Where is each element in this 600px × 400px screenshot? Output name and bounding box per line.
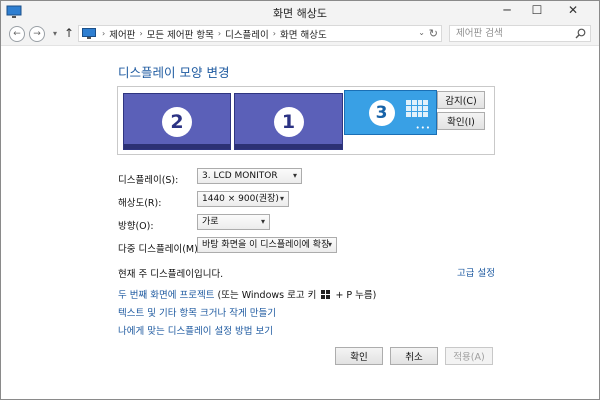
recent-locations-chevron-icon[interactable]: ▾	[53, 29, 57, 38]
chevron-down-icon: ▾	[260, 217, 265, 226]
orientation-select[interactable]: 가로 ▾	[197, 214, 270, 230]
title-bar[interactable]: 화면 해상도 ─ ☐ ✕	[1, 1, 599, 24]
text-size-link[interactable]: 텍스트 및 기타 항목 크거나 작게 만들기	[118, 305, 276, 319]
breadcrumb-all-items[interactable]: 모든 제어판 항목	[147, 27, 214, 41]
main-display-text: 현재 주 디스플레이입니다.	[118, 269, 224, 280]
back-button[interactable]: ←	[9, 26, 25, 42]
address-bar[interactable]: › 제어판 › 모든 제어판 항목 › 디스플레이 › 화면 해상도 ⌄ ↻	[78, 25, 442, 42]
identify-button[interactable]: 확인(I)	[437, 112, 485, 130]
display-label: 디스플레이(S):	[118, 175, 179, 186]
search-icon[interactable]	[575, 28, 586, 39]
start-tiles-icon	[406, 100, 428, 117]
breadcrumb-separator: ›	[139, 29, 143, 38]
breadcrumb-screen-resolution[interactable]: 화면 해상도	[280, 27, 327, 41]
breadcrumb-separator: ›	[272, 29, 276, 38]
maximize-button[interactable]: ☐	[523, 1, 551, 19]
chevron-down-icon: ▾	[292, 171, 297, 180]
monitor-taskbar	[124, 144, 230, 149]
apply-button[interactable]: 적용(A)	[445, 347, 493, 365]
ok-button[interactable]: 확인	[335, 347, 383, 365]
monitor-taskbar	[235, 144, 342, 149]
orientation-label: 방향(O):	[118, 221, 154, 232]
close-button[interactable]: ✕	[553, 1, 593, 19]
project-line: 두 번째 화면에 프로젝트 (또는 Windows 로고 키 + P 누름)	[118, 287, 376, 301]
screen-resolution-window: 화면 해상도 ─ ☐ ✕ ← → ▾ ↑ › 제어판 › 모든 제어판 항목 ›…	[0, 0, 600, 400]
breadcrumb-control-panel[interactable]: 제어판	[109, 27, 135, 41]
control-panel-icon	[82, 28, 96, 39]
forward-button[interactable]: →	[29, 26, 45, 42]
window-controls: ─ ☐ ✕	[493, 1, 593, 23]
monitor-number-badge: 1	[273, 106, 304, 137]
address-dropdown-icon[interactable]: ⌄	[418, 28, 425, 37]
monitor-2[interactable]: 2	[123, 93, 231, 150]
advanced-settings-link[interactable]: 고급 설정	[457, 265, 495, 279]
project-shortcut-hint: (또는 Windows 로고 키	[217, 290, 317, 301]
multiple-displays-select-value: 바탕 화면을 이 디스플레이에 확장	[202, 240, 330, 250]
resolution-select[interactable]: 1440 × 900(권장) ▾	[197, 191, 289, 207]
page-title: 디스플레이 모양 변경	[118, 65, 230, 80]
project-shortcut-hint-end: + P 누름)	[335, 290, 377, 301]
navigation-bar: ← → ▾ ↑ › 제어판 › 모든 제어판 항목 › 디스플레이 › 화면 해…	[1, 23, 599, 46]
display-select-value: 3. LCD MONITOR	[202, 171, 278, 181]
monitor-number-badge: 3	[368, 99, 395, 126]
search-input[interactable]: 제어판 검색	[449, 25, 591, 42]
resolution-label: 해상도(R):	[118, 198, 162, 209]
up-button[interactable]: ↑	[64, 26, 74, 40]
monitor-number-badge: 2	[162, 106, 192, 137]
search-placeholder: 제어판 검색	[456, 28, 503, 39]
chevron-down-icon: ▾	[279, 194, 284, 203]
multiple-displays-label: 다중 디스플레이(M):	[118, 244, 202, 255]
minimize-button[interactable]: ─	[493, 1, 521, 19]
monitor-3-selected[interactable]: 3 •••	[344, 90, 437, 135]
monitor-1[interactable]: 1	[234, 93, 343, 150]
orientation-select-value: 가로	[202, 217, 219, 227]
display-select[interactable]: 3. LCD MONITOR ▾	[197, 168, 302, 184]
resolution-select-value: 1440 × 900(권장)	[202, 194, 279, 204]
monitor-dots: •••	[415, 124, 431, 132]
windows-logo-icon	[321, 290, 331, 299]
breadcrumb-separator: ›	[217, 29, 222, 38]
display-settings-help-link[interactable]: 나에게 맞는 디스플레이 설정 방법 보기	[118, 323, 273, 337]
multiple-displays-select[interactable]: 바탕 화면을 이 디스플레이에 확장 ▾	[197, 237, 337, 253]
chevron-down-icon: ▾	[327, 240, 332, 249]
main-content: 디스플레이 모양 변경 2 1 3 ••• 감지(C) 확인(I) 디스플레이(…	[1, 46, 599, 399]
breadcrumb-separator: ›	[102, 29, 106, 38]
breadcrumb-display[interactable]: 디스플레이	[225, 27, 269, 41]
detect-button[interactable]: 감지(C)	[437, 91, 485, 109]
cancel-button[interactable]: 취소	[390, 347, 438, 365]
project-to-second-screen-link[interactable]: 두 번째 화면에 프로젝트	[118, 290, 214, 301]
refresh-icon[interactable]: ↻	[429, 27, 438, 40]
